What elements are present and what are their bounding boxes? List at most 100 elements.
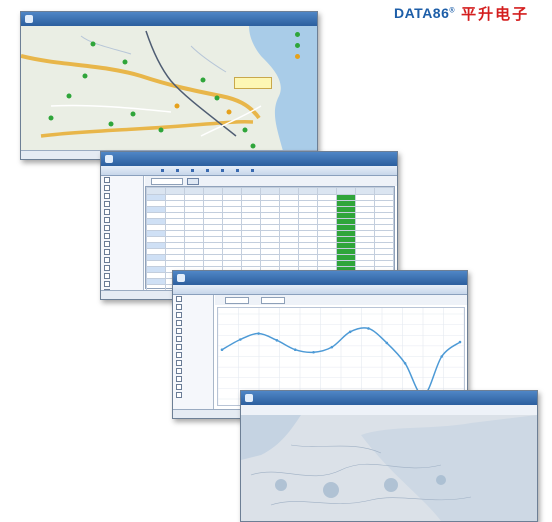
checkbox-icon[interactable] — [104, 241, 110, 247]
app-logo-icon — [177, 274, 185, 282]
satellite-map-canvas[interactable] — [241, 415, 537, 521]
tree-item[interactable] — [173, 351, 213, 359]
checkbox-icon[interactable] — [176, 352, 182, 358]
tree-item[interactable] — [173, 343, 213, 351]
checkbox-icon[interactable] — [104, 193, 110, 199]
checkbox-icon[interactable] — [176, 328, 182, 334]
checkbox-icon[interactable] — [176, 368, 182, 374]
checkbox-icon[interactable] — [104, 177, 110, 183]
column-header — [184, 187, 204, 195]
filter-input[interactable] — [151, 177, 183, 185]
column-header — [336, 187, 356, 195]
nav-item[interactable] — [206, 169, 211, 172]
checkbox-icon[interactable] — [104, 217, 110, 223]
station-info-popup — [234, 77, 272, 89]
column-header — [355, 187, 375, 195]
checkbox-icon[interactable] — [104, 249, 110, 255]
tree-item[interactable] — [101, 192, 143, 200]
checkbox-icon[interactable] — [176, 304, 182, 310]
nav-item[interactable] — [176, 169, 181, 172]
checkbox-icon[interactable] — [176, 376, 182, 382]
start-date-input[interactable] — [225, 296, 249, 304]
app-logo-icon — [105, 155, 113, 163]
data-point — [330, 345, 334, 349]
checkbox-icon[interactable] — [104, 185, 110, 191]
checkbox-icon[interactable] — [176, 296, 182, 302]
tree-item[interactable] — [101, 272, 143, 280]
tree-item[interactable] — [101, 240, 143, 248]
tree-item[interactable] — [101, 256, 143, 264]
data-point — [239, 338, 242, 341]
tree-item[interactable] — [101, 280, 143, 288]
map-legend — [295, 32, 302, 59]
nav-item[interactable] — [221, 169, 226, 172]
nav-item[interactable] — [161, 169, 166, 172]
satellite-window-titlebar — [241, 391, 537, 405]
tree-item[interactable] — [101, 200, 143, 208]
checkbox-icon[interactable] — [104, 273, 110, 279]
tree-item[interactable] — [101, 208, 143, 216]
checkbox-icon[interactable] — [176, 336, 182, 342]
column-header — [203, 187, 223, 195]
chart-window-nav — [173, 285, 467, 295]
station-tree — [101, 176, 144, 299]
checkbox-icon[interactable] — [176, 384, 182, 390]
checkbox-icon[interactable] — [176, 312, 182, 318]
tree-item[interactable] — [173, 303, 213, 311]
tree-item[interactable] — [173, 295, 213, 303]
tree-item[interactable] — [101, 184, 143, 192]
tree-item[interactable] — [101, 224, 143, 232]
brand-cjk: 平升电子 — [461, 4, 530, 23]
column-header — [298, 187, 318, 195]
tree-item[interactable] — [101, 232, 143, 240]
tree-item[interactable] — [173, 327, 213, 335]
tree-item[interactable] — [101, 264, 143, 272]
legend-item — [295, 43, 302, 48]
checkbox-icon[interactable] — [104, 225, 110, 231]
checkbox-icon[interactable] — [176, 320, 182, 326]
tree-item[interactable] — [173, 375, 213, 383]
checkbox-icon[interactable] — [176, 392, 182, 398]
tree-item[interactable] — [173, 359, 213, 367]
checkbox-icon[interactable] — [104, 201, 110, 207]
tree-item[interactable] — [173, 383, 213, 391]
chart-toolbar — [215, 295, 467, 305]
tree-item[interactable] — [173, 319, 213, 327]
tree-item[interactable] — [173, 311, 213, 319]
checkbox-icon[interactable] — [104, 257, 110, 263]
satellite-map-window — [240, 390, 538, 522]
nav-item[interactable] — [236, 169, 241, 172]
checkbox-icon[interactable] — [104, 233, 110, 239]
column-header — [165, 187, 185, 195]
tree-item[interactable] — [173, 335, 213, 343]
chart-station-tree — [173, 295, 214, 410]
tree-item[interactable] — [173, 391, 213, 399]
end-date-input[interactable] — [261, 296, 285, 304]
tree-item[interactable] — [101, 216, 143, 224]
app-logo-icon — [25, 15, 33, 23]
data-point — [458, 340, 462, 344]
checkbox-icon[interactable] — [104, 209, 110, 215]
map-canvas[interactable] — [21, 26, 317, 151]
app-logo-icon — [245, 394, 253, 402]
column-header — [374, 187, 394, 195]
checkbox-icon[interactable] — [176, 344, 182, 350]
checkbox-icon[interactable] — [104, 265, 110, 271]
map-window — [20, 11, 318, 160]
nav-item[interactable] — [191, 169, 196, 172]
data-point — [275, 339, 279, 342]
checkbox-icon[interactable] — [104, 281, 110, 287]
tree-item[interactable] — [101, 248, 143, 256]
tree-item[interactable] — [101, 176, 143, 184]
tree-item[interactable] — [173, 367, 213, 375]
data-point — [367, 327, 370, 330]
column-header — [260, 187, 280, 195]
table-window-titlebar — [101, 152, 397, 166]
table-filter-bar — [145, 176, 397, 186]
satellite-map-svg — [241, 415, 537, 521]
checkbox-icon[interactable] — [176, 360, 182, 366]
legend-item — [295, 32, 302, 37]
query-button[interactable] — [187, 177, 199, 185]
table-header-row — [146, 187, 394, 195]
nav-item[interactable] — [251, 169, 256, 172]
